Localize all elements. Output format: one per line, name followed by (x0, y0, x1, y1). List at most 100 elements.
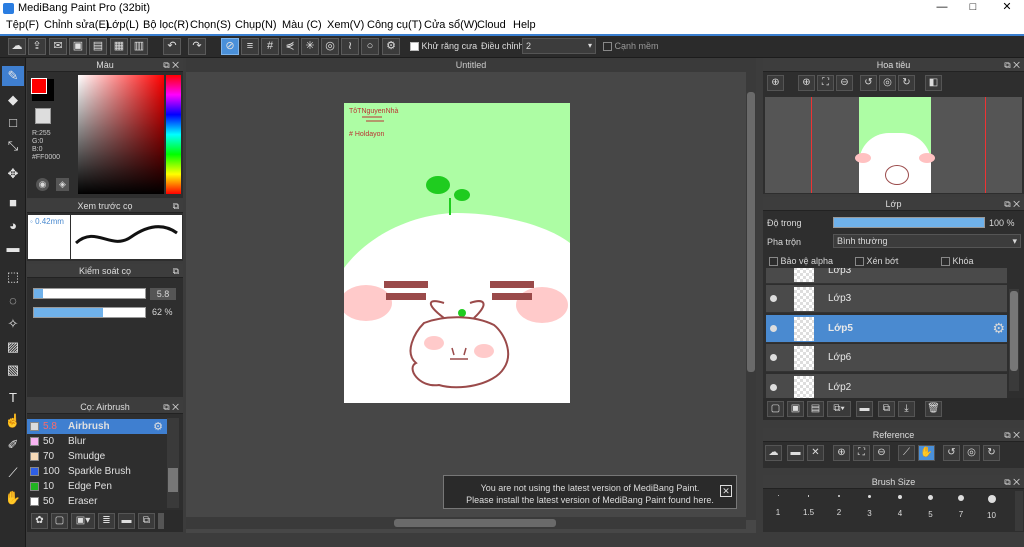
curve-snap-icon[interactable]: ≀ (341, 38, 359, 55)
brush-list-item[interactable]: 70 Smudge (27, 449, 167, 464)
dot-tool-icon[interactable]: □ (2, 113, 24, 133)
select-pen-icon[interactable]: ▨ (2, 337, 24, 357)
navigator-preview[interactable] (765, 97, 1022, 193)
comment-icon[interactable]: ✉ (49, 38, 67, 55)
export-icon[interactable]: ⇪ (28, 38, 46, 55)
fill-rect-icon[interactable]: ■ (2, 193, 24, 213)
brush-list-item[interactable]: 10 Edge Pen (27, 479, 167, 494)
brush-size-preset[interactable]: 5 (920, 495, 942, 519)
eraser-tool-icon[interactable]: ◆ (2, 90, 24, 110)
notice-close-button[interactable]: ✕ (720, 485, 732, 497)
expand-icon[interactable]: ⧉ ✕ (163, 400, 179, 414)
cloud-icon[interactable]: ☁ (8, 38, 26, 55)
reference-eyedropper-icon[interactable]: ⟋ (898, 445, 915, 461)
bucket-tool-icon[interactable]: ◕ (2, 216, 24, 236)
reference-open-icon[interactable]: ▬ (787, 445, 804, 461)
update-notice[interactable]: You are not using the latest version of … (443, 475, 737, 509)
brush-size-preset[interactable]: 4 (889, 495, 911, 518)
soft-edge-option[interactable]: Cạnh mềm (603, 41, 659, 52)
rotate-left-icon[interactable]: ↺ (860, 75, 877, 91)
menu-select[interactable]: Chọn(S) (190, 19, 231, 31)
visibility-eye-icon[interactable] (770, 324, 777, 332)
parallel-snap-icon[interactable]: ≡ (241, 38, 259, 55)
zoom-icon[interactable]: ⊕ (767, 75, 784, 91)
add-brush-icon[interactable]: ✿ (31, 513, 48, 529)
select-rect-icon[interactable]: ⬚ (2, 267, 24, 287)
list-icon[interactable]: ▦ (110, 38, 128, 55)
brush-list-item[interactable]: 100 Sparkle Brush (27, 464, 167, 479)
expand-icon[interactable]: ⧉ (173, 264, 179, 278)
gear-icon[interactable]: ⚙ (153, 420, 163, 433)
visibility-eye-icon[interactable] (770, 354, 777, 361)
menu-layer[interactable]: Lớp(L) (106, 19, 139, 31)
visibility-eye-icon[interactable] (770, 383, 777, 391)
foreground-color-swatch[interactable] (31, 78, 47, 94)
brush-size-preset[interactable]: 1.5 (798, 495, 820, 517)
blend-select[interactable]: Bình thường ▾ (833, 234, 1021, 248)
brush-copy-icon[interactable]: ⧉ (138, 513, 155, 529)
zoom-out-icon[interactable]: ⊖ (836, 75, 853, 91)
brush-size-preset[interactable]: 3 (859, 495, 881, 518)
reset-rotation-icon[interactable]: ◎ (879, 75, 896, 91)
menu-capture[interactable]: Chụp(N) (235, 19, 277, 31)
saturation-value-picker[interactable] (78, 75, 164, 194)
canvas-horizontal-scrollbar[interactable] (186, 517, 746, 529)
new-brush-icon[interactable]: ▢ (51, 513, 68, 529)
reference-rotate-right-icon[interactable]: ↻ (983, 445, 1000, 461)
select-eraser-icon[interactable]: ▧ (2, 360, 24, 380)
document-icon[interactable]: ▤ (89, 38, 107, 55)
lock-option[interactable]: Khóa (941, 256, 974, 267)
cross-snap-icon[interactable]: # (261, 38, 279, 55)
menu-view[interactable]: Xem(V) (327, 19, 364, 31)
brush-size-preset[interactable]: 1 (767, 495, 789, 517)
layer-row[interactable]: Lớp3 (766, 285, 1007, 313)
document-tab[interactable]: Untitled (186, 58, 756, 72)
menu-file[interactable]: Tệp(F) (6, 19, 39, 31)
new-layer-icon[interactable]: ▢ (767, 401, 784, 417)
brush-list-scrollbar[interactable] (167, 418, 179, 508)
merge-layer-icon[interactable]: ⤓ (898, 401, 915, 417)
minimize-button[interactable]: — (931, 0, 953, 14)
rotate-right-icon[interactable]: ↻ (898, 75, 915, 91)
brush-size-value[interactable]: 5.8 (150, 288, 176, 300)
layer-row[interactable]: Lớp6 (766, 344, 1007, 372)
brush-size-preset[interactable]: 7 (950, 495, 972, 519)
brush-list-item[interactable]: 50 Blur (27, 434, 167, 449)
brush-size-slider[interactable] (33, 288, 146, 299)
reference-close-icon[interactable]: ✕ (807, 445, 824, 461)
vanishing-snap-icon[interactable]: ⋞ (281, 38, 299, 55)
flip-icon[interactable]: ◧ (925, 75, 942, 91)
maximize-button[interactable]: □ (962, 0, 984, 14)
menu-tools[interactable]: Công cụ(T) (367, 19, 422, 31)
menu-window[interactable]: Cửa sổ(W) (424, 19, 478, 31)
antialias-option[interactable]: Khử răng cưa (410, 41, 477, 52)
expand-icon[interactable]: ⧉ ✕ (1004, 197, 1020, 211)
palette-icon[interactable]: ◉ (36, 178, 49, 191)
lasso-tool-icon[interactable]: ◌ (2, 291, 24, 311)
expand-icon[interactable]: ⧉ ✕ (1004, 58, 1020, 72)
menu-filter[interactable]: Bộ lọc(R) (143, 19, 189, 31)
hand-tool-icon[interactable]: ✋ (2, 488, 24, 508)
layer-menu-icon[interactable]: ⧉▾ (827, 401, 851, 417)
magic-wand-icon[interactable]: ✧ (2, 314, 24, 334)
expand-icon[interactable]: ⧉ (173, 199, 179, 213)
close-window-button[interactable]: ✕ (996, 0, 1018, 14)
radial-snap-icon[interactable]: ✳ (301, 38, 319, 55)
settings-snap-icon[interactable]: ⚙ (382, 38, 400, 55)
zoom-in-icon[interactable]: ⊕ (798, 75, 815, 91)
antialias-checkbox[interactable] (410, 42, 419, 52)
divide-tool-icon[interactable]: ✐ (2, 435, 24, 455)
brush-tool-icon[interactable]: ✎ (2, 66, 24, 86)
new-8bit-layer-icon[interactable]: ▤ (807, 401, 824, 417)
gear-icon[interactable]: ⚙ (992, 320, 1005, 337)
reference-upload-icon[interactable]: ☁ (765, 445, 782, 461)
hue-slider[interactable] (166, 75, 181, 194)
layer-opacity-slider[interactable] (833, 217, 985, 228)
text-tool-icon[interactable]: T (2, 388, 24, 408)
fit-icon[interactable]: ⛶ (817, 75, 834, 91)
layer-row-partial[interactable]: Lớp3 (766, 268, 1007, 284)
save-icon[interactable]: ▣ (69, 38, 87, 55)
protect-alpha-option[interactable]: Bảo vệ alpha (769, 256, 833, 267)
menu-help[interactable]: Help (513, 19, 536, 31)
menu-cloud[interactable]: Cloud (477, 19, 506, 31)
